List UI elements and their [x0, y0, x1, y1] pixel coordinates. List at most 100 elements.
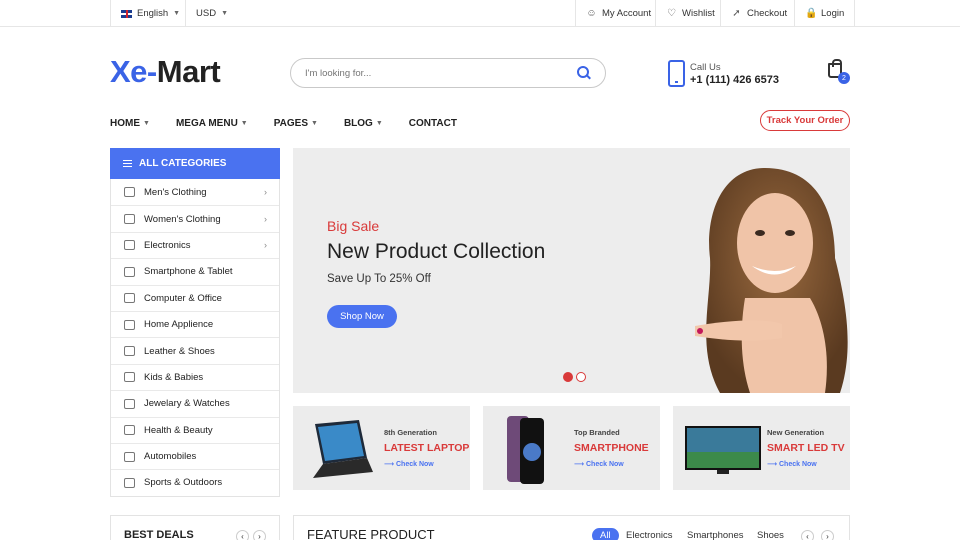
led-tv-image [685, 426, 761, 474]
category-icon [124, 266, 135, 277]
promo-small-text: New Generation [767, 428, 825, 437]
currency-selector[interactable]: USD ▼ [185, 0, 238, 27]
sidebar-category-item[interactable]: Health & Beauty [111, 416, 279, 443]
category-label: Kids & Babies [144, 371, 204, 383]
tab-all[interactable]: All [592, 528, 619, 540]
sidebar-category-item[interactable]: Automobiles [111, 442, 279, 469]
slide-dot-1[interactable] [563, 372, 573, 382]
search-input[interactable] [305, 67, 577, 79]
arrow-right-icon: ⟶ [767, 461, 779, 468]
category-label: Jewelary & Watches [144, 398, 230, 410]
nav-mega-menu[interactable]: MEGA MENU ▼ [176, 118, 248, 129]
category-icon [124, 240, 135, 251]
tab-electronics[interactable]: Electronics [626, 528, 672, 540]
sidebar-category-item[interactable]: Women's Clothing › [111, 205, 279, 231]
nav-pages[interactable]: PAGES ▼ [274, 118, 318, 129]
promo-title: SMART LED TV [767, 442, 845, 454]
sidebar-category-item[interactable]: Jewelary & Watches [111, 390, 279, 416]
share-icon: ➚ [732, 8, 741, 19]
category-label: Health & Beauty [144, 424, 213, 436]
wishlist-link[interactable]: ♡ Wishlist [655, 0, 725, 27]
hero-banner: Big Sale New Product Collection Save Up … [293, 148, 850, 393]
category-label: Automobiles [144, 451, 197, 463]
category-label: Smartphone & Tablet [144, 266, 233, 278]
laptop-image [313, 420, 373, 478]
category-icon [124, 319, 135, 330]
sidebar-category-item[interactable]: Computer & Office [111, 284, 279, 311]
sidebar-category-item[interactable]: Smartphone & Tablet [111, 258, 279, 284]
all-categories-label: ALL CATEGORIES [139, 158, 227, 169]
category-icon [124, 346, 135, 357]
shop-now-button[interactable]: Shop Now [327, 305, 397, 328]
language-selector[interactable]: English ▼ [110, 0, 190, 27]
category-label: Computer & Office [144, 292, 222, 304]
sidebar-category-item[interactable]: Sports & Outdoors [111, 469, 279, 495]
check-now-label: Check Now [585, 461, 624, 468]
search-icon[interactable] [577, 66, 591, 80]
flag-icon [121, 9, 132, 18]
prev-arrow-button[interactable]: ‹ [236, 530, 249, 540]
category-icon [124, 477, 135, 488]
arrow-right-icon: ⟶ [574, 461, 586, 468]
call-number[interactable]: +1 (111) 426 6573 [690, 74, 779, 86]
sidebar-category-item[interactable]: Leather & Shoes [111, 337, 279, 363]
site-logo[interactable]: Xe-Mart [110, 54, 221, 90]
check-now-link[interactable]: ⟶ Check Now [767, 460, 817, 468]
logo-part-1: Xe- [110, 54, 157, 89]
menu-icon [123, 160, 132, 167]
category-label: Electronics [144, 239, 191, 251]
best-deals-title: BEST DEALS [124, 529, 194, 540]
checkout-label: Checkout [747, 8, 788, 19]
language-label: English [137, 8, 169, 19]
nav-home-label: HOME [110, 118, 140, 129]
sidebar-category-item[interactable]: Home Applience [111, 310, 279, 337]
tab-smartphones[interactable]: Smartphones [687, 528, 744, 540]
promo-small-text: Top Branded [574, 428, 620, 437]
hero-description: Save Up To 25% Off [327, 273, 431, 285]
prev-arrow-button[interactable]: ‹ [801, 530, 814, 540]
feature-product-panel: FEATURE PRODUCT All Electronics Smartpho… [293, 515, 850, 540]
hero-model-image [695, 168, 848, 393]
chevron-right-icon: › [264, 240, 267, 251]
check-now-link[interactable]: ⟶ Check Now [574, 460, 624, 468]
promo-card-laptop[interactable]: 8th Generation LATEST LAPTOP ⟶ Check Now [293, 406, 470, 490]
category-label: Women's Clothing [144, 213, 221, 225]
nav-blog[interactable]: BLOG ▼ [344, 118, 383, 129]
promo-card-smartphone[interactable]: Top Branded SMARTPHONE ⟶ Check Now [483, 406, 660, 490]
login-link[interactable]: 🔒 Login [794, 0, 856, 27]
nav-contact-label: CONTACT [408, 118, 457, 129]
heart-icon: ♡ [667, 8, 676, 19]
sidebar-category-item[interactable]: Men's Clothing › [111, 179, 279, 205]
best-deals-panel: BEST DEALS ‹ › [110, 515, 280, 540]
promo-card-tv[interactable]: New Generation SMART LED TV ⟶ Check Now [673, 406, 850, 490]
my-account-link[interactable]: ☺ My Account [575, 0, 661, 27]
track-order-button[interactable]: Track Your Order [760, 110, 850, 131]
sidebar-category-item[interactable]: Electronics › [111, 231, 279, 258]
all-categories-header[interactable]: ALL CATEGORIES [110, 148, 280, 179]
hero-subtitle: Big Sale [327, 218, 380, 234]
category-icon [124, 398, 135, 409]
chevron-down-icon: ▼ [311, 120, 318, 127]
next-arrow-button[interactable]: › [253, 530, 266, 540]
check-now-link[interactable]: ⟶ Check Now [384, 460, 434, 468]
checkout-link[interactable]: ➚ Checkout [720, 0, 797, 27]
chevron-down-icon: ▼ [173, 10, 181, 17]
chevron-down-icon: ▼ [143, 120, 150, 127]
wishlist-label: Wishlist [682, 8, 715, 19]
promo-title: LATEST LAPTOP [384, 442, 470, 454]
check-now-label: Check Now [395, 461, 434, 468]
category-icon [124, 372, 135, 383]
chevron-down-icon: ▼ [221, 10, 228, 17]
tab-shoes[interactable]: Shoes [757, 528, 784, 540]
user-icon: ☺ [586, 8, 597, 19]
slide-dot-2[interactable] [576, 372, 586, 382]
nav-home[interactable]: HOME ▼ [110, 118, 150, 129]
category-icon [124, 214, 135, 225]
nav-contact[interactable]: CONTACT [409, 118, 457, 129]
sidebar-category-item[interactable]: Kids & Babies [111, 363, 279, 390]
top-bar: English ▼ USD ▼ ☺ My Account ♡ Wishlist … [0, 0, 960, 27]
category-label: Home Applience [144, 319, 214, 331]
feature-product-title: FEATURE PRODUCT [307, 527, 435, 540]
next-arrow-button[interactable]: › [821, 530, 834, 540]
main-nav: HOME ▼ MEGA MENU ▼ PAGES ▼ BLOG ▼ CONTACT [110, 118, 483, 129]
